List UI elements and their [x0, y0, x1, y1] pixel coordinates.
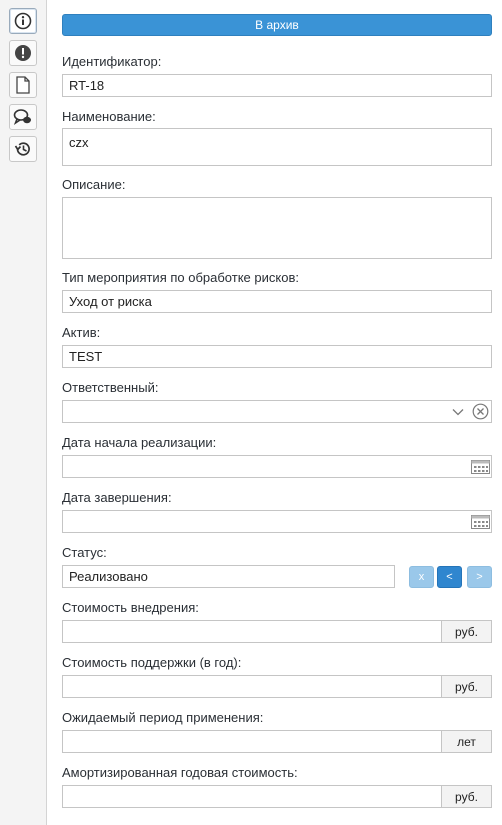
amortized-cost-field[interactable]	[62, 785, 442, 808]
support-cost-field[interactable]	[62, 675, 442, 698]
name-label: Наименование:	[62, 109, 156, 124]
impl-cost-unit: руб.	[441, 620, 492, 643]
support-cost-group: руб.	[62, 675, 492, 698]
support-cost-label: Стоимость поддержки (в год):	[62, 655, 242, 670]
period-group: лет	[62, 730, 492, 753]
impl-cost-label: Стоимость внедрения:	[62, 600, 199, 615]
impl-cost-group: руб.	[62, 620, 492, 643]
period-unit: лет	[441, 730, 492, 753]
responsible-select[interactable]	[62, 400, 492, 423]
calendar-icon[interactable]	[469, 511, 491, 532]
impl-cost-field[interactable]	[62, 620, 442, 643]
clear-icon[interactable]	[471, 401, 489, 422]
status-prev-button[interactable]: <	[437, 566, 462, 588]
calendar-icon[interactable]	[469, 456, 491, 477]
chevron-down-icon[interactable]	[451, 401, 465, 422]
amortized-cost-group: руб.	[62, 785, 492, 808]
description-field[interactable]	[62, 197, 492, 259]
identifier-field[interactable]: RT-18	[62, 74, 492, 97]
measure-type-field[interactable]: Уход от риска	[62, 290, 492, 313]
measure-type-label: Тип мероприятия по обработке рисков:	[62, 270, 299, 285]
sidebar	[0, 0, 47, 825]
sidebar-item-alerts[interactable]	[9, 40, 37, 66]
status-next-button[interactable]: >	[467, 566, 492, 588]
info-icon	[14, 12, 32, 30]
period-label: Ожидаемый период применения:	[62, 710, 264, 725]
status-field[interactable]: Реализовано	[62, 565, 395, 588]
description-label: Описание:	[62, 177, 126, 192]
document-icon	[15, 76, 31, 94]
amortized-cost-label: Амортизированная годовая стоимость:	[62, 765, 298, 780]
support-cost-unit: руб.	[441, 675, 492, 698]
record-form: В архив Идентификатор: RT-18 Наименовани…	[47, 0, 502, 825]
identifier-label: Идентификатор:	[62, 54, 162, 69]
end-date-label: Дата завершения:	[62, 490, 172, 505]
sidebar-item-documents[interactable]	[9, 72, 37, 98]
start-date-label: Дата начала реализации:	[62, 435, 217, 450]
archive-button[interactable]: В архив	[62, 14, 492, 36]
period-field[interactable]	[62, 730, 442, 753]
asset-field[interactable]: TEST	[62, 345, 492, 368]
status-clear-button[interactable]: x	[409, 566, 434, 588]
sidebar-item-info[interactable]	[9, 8, 37, 34]
alert-icon	[14, 44, 32, 62]
asset-label: Актив:	[62, 325, 101, 340]
responsible-label: Ответственный:	[62, 380, 159, 395]
status-label: Статус:	[62, 545, 107, 560]
sidebar-item-history[interactable]	[9, 136, 37, 162]
name-field[interactable]: czx	[62, 128, 492, 166]
comments-icon	[13, 108, 33, 126]
end-date-field[interactable]	[62, 510, 492, 533]
sidebar-item-comments[interactable]	[9, 104, 37, 130]
start-date-field[interactable]	[62, 455, 492, 478]
history-icon	[14, 140, 32, 158]
amortized-cost-unit: руб.	[441, 785, 492, 808]
